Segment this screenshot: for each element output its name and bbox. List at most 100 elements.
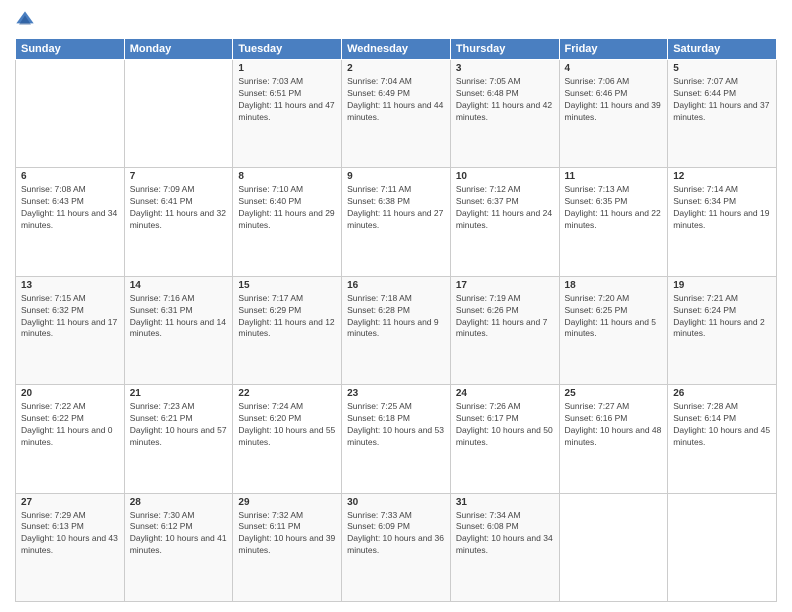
logo: [15, 10, 39, 30]
calendar-cell: 16Sunrise: 7:18 AM Sunset: 6:28 PM Dayli…: [342, 276, 451, 384]
calendar-cell: 7Sunrise: 7:09 AM Sunset: 6:41 PM Daylig…: [124, 168, 233, 276]
day-number: 2: [347, 63, 445, 74]
calendar-cell: 28Sunrise: 7:30 AM Sunset: 6:12 PM Dayli…: [124, 493, 233, 601]
day-number: 30: [347, 497, 445, 508]
day-number: 9: [347, 171, 445, 182]
cell-content: Sunrise: 7:05 AM Sunset: 6:48 PM Dayligh…: [456, 76, 554, 124]
cell-content: Sunrise: 7:22 AM Sunset: 6:22 PM Dayligh…: [21, 401, 119, 449]
calendar-cell: 13Sunrise: 7:15 AM Sunset: 6:32 PM Dayli…: [16, 276, 125, 384]
calendar-cell: [16, 60, 125, 168]
cell-content: Sunrise: 7:30 AM Sunset: 6:12 PM Dayligh…: [130, 510, 228, 558]
cell-content: Sunrise: 7:13 AM Sunset: 6:35 PM Dayligh…: [565, 184, 663, 232]
calendar-cell: 25 Sunrise: 7:27 AM Sunset: 6:16 PM Dayli…: [559, 385, 668, 493]
calendar-cell: 20 Sunrise: 7:22 AM Sunset: 6:22 PM Dayli…: [16, 385, 125, 493]
cell-content: Sunrise: 7:34 AM Sunset: 6:08 PM Dayligh…: [456, 510, 554, 558]
calendar-cell: 8Sunrise: 7:10 AM Sunset: 6:40 PM Daylig…: [233, 168, 342, 276]
calendar-cell: 23Sunrise: 7:25 AM Sunset: 6:18 PM Dayli…: [342, 385, 451, 493]
calendar-week-row: 1 Sunrise: 7:03 AM Sunset: 6:51 PM Daylig…: [16, 60, 777, 168]
calendar-week-row: 27 Sunrise: 7:29 AM Sunset: 6:13 PM Dayli…: [16, 493, 777, 601]
day-number: 19: [673, 280, 771, 291]
calendar-cell: [124, 60, 233, 168]
calendar-cell: 6 Sunrise: 7:08 AM Sunset: 6:43 PM Daylig…: [16, 168, 125, 276]
cell-content: Sunrise: 7:11 AM Sunset: 6:38 PM Dayligh…: [347, 184, 445, 232]
cell-content: Sunrise: 7:12 AM Sunset: 6:37 PM Dayligh…: [456, 184, 554, 232]
weekday-header-cell: Wednesday: [342, 39, 451, 60]
day-number: 22: [238, 388, 336, 399]
day-number: 17: [456, 280, 554, 291]
page: SundayMondayTuesdayWednesdayThursdayFrid…: [0, 0, 792, 612]
calendar-cell: 14 Sunrise: 7:16 AM Sunset: 6:31 PM Dayli…: [124, 276, 233, 384]
cell-content: Sunrise: 7:03 AM Sunset: 6:51 PM Dayligh…: [238, 76, 336, 124]
calendar-cell: [559, 493, 668, 601]
day-number: 18: [565, 280, 663, 291]
calendar-cell: 11 Sunrise: 7:13 AM Sunset: 6:35 PM Dayli…: [559, 168, 668, 276]
cell-content: Sunrise: 7:25 AM Sunset: 6:18 PM Dayligh…: [347, 401, 445, 449]
calendar-cell: 2 Sunrise: 7:04 AM Sunset: 6:49 PM Daylig…: [342, 60, 451, 168]
calendar-cell: [668, 493, 777, 601]
weekday-header-cell: Saturday: [668, 39, 777, 60]
cell-content: Sunrise: 7:19 AM Sunset: 6:26 PM Dayligh…: [456, 293, 554, 341]
day-number: 3: [456, 63, 554, 74]
day-number: 16: [347, 280, 445, 291]
cell-content: Sunrise: 7:23 AM Sunset: 6:21 PM Dayligh…: [130, 401, 228, 449]
calendar-cell: 30 Sunrise: 7:33 AM Sunset: 6:09 PM Dayli…: [342, 493, 451, 601]
calendar-cell: 4 Sunrise: 7:06 AM Sunset: 6:46 PM Daylig…: [559, 60, 668, 168]
cell-content: Sunrise: 7:09 AM Sunset: 6:41 PM Dayligh…: [130, 184, 228, 232]
cell-content: Sunrise: 7:20 AM Sunset: 6:25 PM Dayligh…: [565, 293, 663, 341]
day-number: 27: [21, 497, 119, 508]
day-number: 10: [456, 171, 554, 182]
weekday-header-cell: Friday: [559, 39, 668, 60]
day-number: 6: [21, 171, 119, 182]
calendar-cell: 9 Sunrise: 7:11 AM Sunset: 6:38 PM Daylig…: [342, 168, 451, 276]
cell-content: Sunrise: 7:32 AM Sunset: 6:11 PM Dayligh…: [238, 510, 336, 558]
day-number: 29: [238, 497, 336, 508]
weekday-header-cell: Tuesday: [233, 39, 342, 60]
calendar-table: SundayMondayTuesdayWednesdayThursdayFrid…: [15, 38, 777, 602]
calendar-cell: 27 Sunrise: 7:29 AM Sunset: 6:13 PM Dayli…: [16, 493, 125, 601]
calendar-cell: 5 Sunrise: 7:07 AM Sunset: 6:44 PM Daylig…: [668, 60, 777, 168]
day-number: 20: [21, 388, 119, 399]
cell-content: Sunrise: 7:07 AM Sunset: 6:44 PM Dayligh…: [673, 76, 771, 124]
cell-content: Sunrise: 7:21 AM Sunset: 6:24 PM Dayligh…: [673, 293, 771, 341]
cell-content: Sunrise: 7:27 AM Sunset: 6:16 PM Dayligh…: [565, 401, 663, 449]
day-number: 21: [130, 388, 228, 399]
calendar-body: 1 Sunrise: 7:03 AM Sunset: 6:51 PM Daylig…: [16, 60, 777, 602]
weekday-header-cell: Monday: [124, 39, 233, 60]
cell-content: Sunrise: 7:17 AM Sunset: 6:29 PM Dayligh…: [238, 293, 336, 341]
calendar-cell: 3 Sunrise: 7:05 AM Sunset: 6:48 PM Daylig…: [450, 60, 559, 168]
cell-content: Sunrise: 7:33 AM Sunset: 6:09 PM Dayligh…: [347, 510, 445, 558]
day-number: 11: [565, 171, 663, 182]
day-number: 31: [456, 497, 554, 508]
calendar-week-row: 20 Sunrise: 7:22 AM Sunset: 6:22 PM Dayli…: [16, 385, 777, 493]
logo-icon: [15, 10, 35, 30]
day-number: 5: [673, 63, 771, 74]
cell-content: Sunrise: 7:26 AM Sunset: 6:17 PM Dayligh…: [456, 401, 554, 449]
day-number: 4: [565, 63, 663, 74]
cell-content: Sunrise: 7:29 AM Sunset: 6:13 PM Dayligh…: [21, 510, 119, 558]
cell-content: Sunrise: 7:28 AM Sunset: 6:14 PM Dayligh…: [673, 401, 771, 449]
day-number: 14: [130, 280, 228, 291]
calendar-week-row: 13Sunrise: 7:15 AM Sunset: 6:32 PM Dayli…: [16, 276, 777, 384]
cell-content: Sunrise: 7:04 AM Sunset: 6:49 PM Dayligh…: [347, 76, 445, 124]
calendar-cell: 1 Sunrise: 7:03 AM Sunset: 6:51 PM Daylig…: [233, 60, 342, 168]
calendar-cell: 15 Sunrise: 7:17 AM Sunset: 6:29 PM Dayli…: [233, 276, 342, 384]
weekday-header-cell: Sunday: [16, 39, 125, 60]
cell-content: Sunrise: 7:06 AM Sunset: 6:46 PM Dayligh…: [565, 76, 663, 124]
day-number: 1: [238, 63, 336, 74]
cell-content: Sunrise: 7:24 AM Sunset: 6:20 PM Dayligh…: [238, 401, 336, 449]
weekday-header-cell: Thursday: [450, 39, 559, 60]
calendar-cell: 21 Sunrise: 7:23 AM Sunset: 6:21 PM Dayli…: [124, 385, 233, 493]
calendar-cell: 31 Sunrise: 7:34 AM Sunset: 6:08 PM Dayli…: [450, 493, 559, 601]
weekday-header-row: SundayMondayTuesdayWednesdayThursdayFrid…: [16, 39, 777, 60]
calendar-week-row: 6 Sunrise: 7:08 AM Sunset: 6:43 PM Daylig…: [16, 168, 777, 276]
calendar-cell: 18 Sunrise: 7:20 AM Sunset: 6:25 PM Dayli…: [559, 276, 668, 384]
day-number: 25: [565, 388, 663, 399]
cell-content: Sunrise: 7:08 AM Sunset: 6:43 PM Dayligh…: [21, 184, 119, 232]
calendar-cell: 24 Sunrise: 7:26 AM Sunset: 6:17 PM Dayli…: [450, 385, 559, 493]
day-number: 24: [456, 388, 554, 399]
calendar-cell: 17 Sunrise: 7:19 AM Sunset: 6:26 PM Dayli…: [450, 276, 559, 384]
cell-content: Sunrise: 7:16 AM Sunset: 6:31 PM Dayligh…: [130, 293, 228, 341]
day-number: 15: [238, 280, 336, 291]
day-number: 8: [238, 171, 336, 182]
cell-content: Sunrise: 7:15 AM Sunset: 6:32 PM Dayligh…: [21, 293, 119, 341]
